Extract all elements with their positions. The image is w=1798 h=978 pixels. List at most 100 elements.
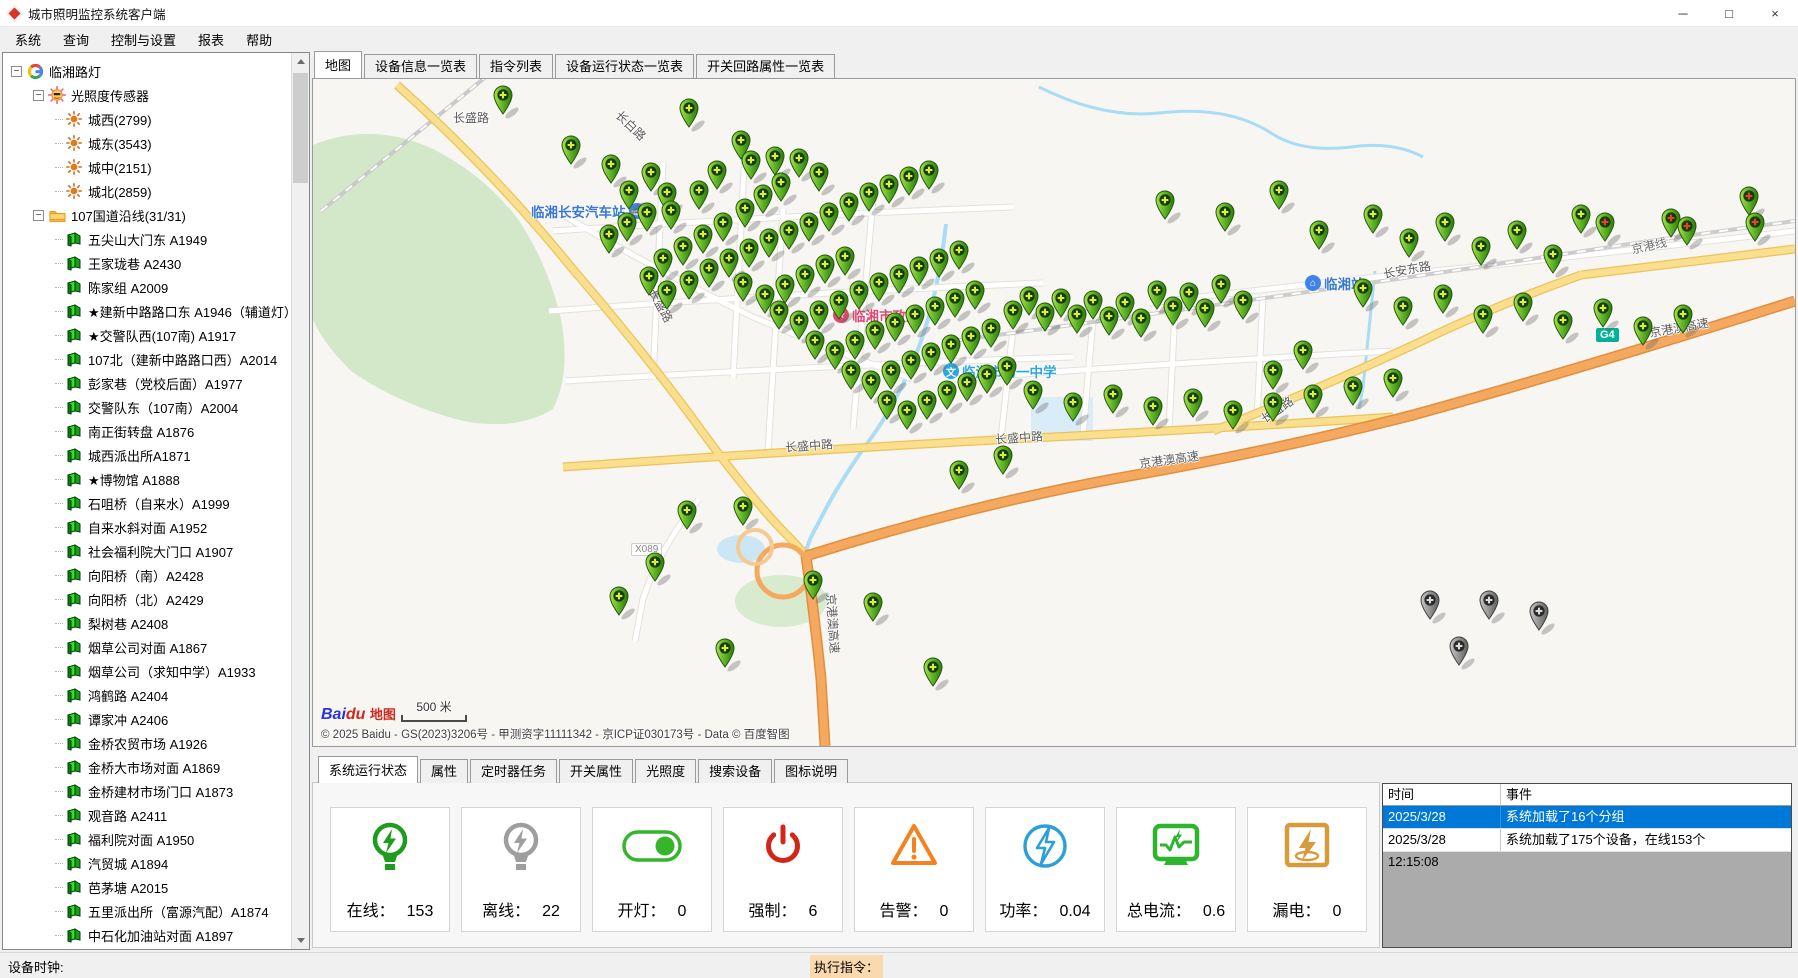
menu-item-帮助[interactable]: 帮助	[235, 27, 283, 52]
tree-item[interactable]: 石咀桥（自来水）A1999	[3, 491, 291, 515]
tab-搜索设备[interactable]: 搜索设备	[698, 759, 772, 783]
map-pin-online[interactable]	[662, 201, 688, 235]
map-pin-online[interactable]	[1594, 299, 1620, 333]
tree-item[interactable]: 向阳桥（南）A2428	[3, 563, 291, 587]
map-pin-online[interactable]	[1354, 279, 1380, 313]
map-pin-online[interactable]	[950, 241, 976, 275]
map-pin-online[interactable]	[1554, 311, 1580, 345]
map-pin-online[interactable]	[1400, 229, 1426, 263]
tree-item[interactable]: 金桥大市场对面 A1869	[3, 755, 291, 779]
map-pin-online[interactable]	[998, 357, 1024, 391]
map-pin-online[interactable]	[1436, 213, 1462, 247]
tree-item[interactable]: 烟草公司（求知中学）A1933	[3, 659, 291, 683]
tab-地图[interactable]: 地图	[314, 51, 362, 78]
event-log-row[interactable]: 2025/3/28 12:15:08系统加载了16个分组	[1383, 806, 1791, 829]
map-pin-online[interactable]	[1514, 293, 1540, 327]
map-pin-online[interactable]	[810, 163, 836, 197]
tree-item[interactable]	[3, 947, 291, 950]
map-pin-online[interactable]	[1104, 385, 1130, 419]
tree-item[interactable]: 汽贸城 A1894	[3, 851, 291, 875]
event-log-header-event[interactable]: 事件	[1501, 784, 1791, 805]
tree-item[interactable]: 自来水斜对面 A1952	[3, 515, 291, 539]
menu-item-查询[interactable]: 查询	[52, 27, 100, 52]
tree-item[interactable]: 城北(2859)	[3, 179, 291, 203]
tab-设备运行状态一览表[interactable]: 设备运行状态一览表	[555, 54, 694, 78]
map-pin-online[interactable]	[804, 571, 830, 605]
map-pin-online[interactable]	[494, 86, 520, 120]
tree-item[interactable]: 谭家冲 A2406	[3, 707, 291, 731]
map-pin-online[interactable]	[1132, 309, 1158, 343]
tree-item[interactable]: 芭茅塘 A2015	[3, 875, 291, 899]
tree-item[interactable]: ★建新中路路口东 A1946（辅道灯）	[3, 299, 291, 323]
tree-item[interactable]: 交警队东（107南）A2004	[3, 395, 291, 419]
tree-item[interactable]: 五里派出所（富源汽配）A1874	[3, 899, 291, 923]
map-pin-online[interactable]	[680, 99, 706, 133]
tab-系统运行状态[interactable]: 系统运行状态	[318, 756, 418, 783]
map-pin-online[interactable]	[982, 319, 1008, 353]
maximize-button[interactable]: □	[1706, 0, 1752, 26]
map-pin-online[interactable]	[1184, 389, 1210, 423]
map-pin-online[interactable]	[1344, 377, 1370, 411]
map-pin-online[interactable]	[1156, 191, 1182, 225]
tab-图标说明[interactable]: 图标说明	[774, 759, 848, 783]
tree-item[interactable]: 金桥农贸市场 A1926	[3, 731, 291, 755]
map-pin-online[interactable]	[1674, 305, 1700, 339]
menu-item-报表[interactable]: 报表	[187, 27, 235, 52]
map-pin-online[interactable]	[864, 593, 890, 627]
map-pin-online[interactable]	[1294, 341, 1320, 375]
event-log-row[interactable]: 2025/3/28 12:15:08系统加载了175个设备，在线153个	[1383, 829, 1791, 852]
tree-item[interactable]: 中石化加油站对面 A1897	[3, 923, 291, 947]
map-pin-online[interactable]	[994, 446, 1020, 480]
tree-item[interactable]: 向阳桥（北）A2429	[3, 587, 291, 611]
scroll-up-icon[interactable]	[292, 53, 309, 70]
tree-item[interactable]: 梨树巷 A2408	[3, 611, 291, 635]
tree-item[interactable]: 城中(2151)	[3, 155, 291, 179]
tab-设备信息一览表[interactable]: 设备信息一览表	[364, 54, 477, 78]
map-pin-online[interactable]	[1508, 221, 1534, 255]
tree-item[interactable]: 107北（建新中路路口西）A2014	[3, 347, 291, 371]
minimize-button[interactable]: ─	[1660, 0, 1706, 26]
close-button[interactable]: ×	[1752, 0, 1798, 26]
tab-属性[interactable]: 属性	[420, 759, 468, 783]
tab-开关回路属性一览表[interactable]: 开关回路属性一览表	[696, 54, 835, 78]
tree-item[interactable]: 福利院对面 A1950	[3, 827, 291, 851]
tree-item[interactable]: ★博物馆 A1888	[3, 467, 291, 491]
tree-item[interactable]: 金桥建材市场门口 A1873	[3, 779, 291, 803]
tree-item[interactable]: 鸿鹤路 A2404	[3, 683, 291, 707]
map-pin-online[interactable]	[1384, 369, 1410, 403]
map-pin-alarm[interactable]	[1746, 213, 1772, 247]
tree-item[interactable]: 观音路 A2411	[3, 803, 291, 827]
map-pin-online[interactable]	[1544, 245, 1570, 279]
tree-expander-icon[interactable]: −	[33, 90, 44, 101]
map-pin-online[interactable]	[1434, 285, 1460, 319]
tree-item[interactable]: 城西派出所A1871	[3, 443, 291, 467]
map-pin-online[interactable]	[1364, 205, 1390, 239]
map-pin-online[interactable]	[836, 247, 862, 281]
map-pin-online[interactable]	[1264, 361, 1290, 395]
tree-expander-icon[interactable]: −	[11, 66, 22, 77]
map-pin-offline[interactable]	[1450, 637, 1476, 671]
map-pin-alarm[interactable]	[1678, 217, 1704, 251]
map-pin-online[interactable]	[1224, 401, 1250, 435]
map-pin-offline[interactable]	[1421, 591, 1447, 625]
map-pin-online[interactable]	[1196, 299, 1222, 333]
map-pin-online[interactable]	[1216, 203, 1242, 237]
map-pin-online[interactable]	[678, 501, 704, 535]
map-pin-online[interactable]	[1144, 397, 1170, 431]
menu-item-控制与设置[interactable]: 控制与设置	[100, 27, 187, 52]
map-pin-online[interactable]	[690, 181, 716, 215]
tree-item[interactable]: 王家珑巷 A2430	[3, 251, 291, 275]
map-pin-online[interactable]	[1264, 393, 1290, 427]
map-pin-online[interactable]	[708, 161, 734, 195]
map-pin-online[interactable]	[734, 273, 760, 307]
menu-item-系统[interactable]: 系统	[4, 27, 52, 52]
map-pin-offline[interactable]	[1480, 591, 1506, 625]
map-pin-online[interactable]	[1024, 381, 1050, 415]
tree-item[interactable]: 城西(2799)	[3, 107, 291, 131]
map-pin-online[interactable]	[1474, 305, 1500, 339]
map-panel[interactable]: 长盛路长白路长盛路长安东路京港线京港澳高速长盛中路长盛中路京港澳高速长盛路京港澳…	[312, 78, 1796, 747]
map-pin-online[interactable]	[742, 151, 768, 185]
tree-scrollbar[interactable]	[291, 53, 309, 949]
map-pin-online[interactable]	[950, 461, 976, 495]
map-pin-online[interactable]	[716, 639, 742, 673]
